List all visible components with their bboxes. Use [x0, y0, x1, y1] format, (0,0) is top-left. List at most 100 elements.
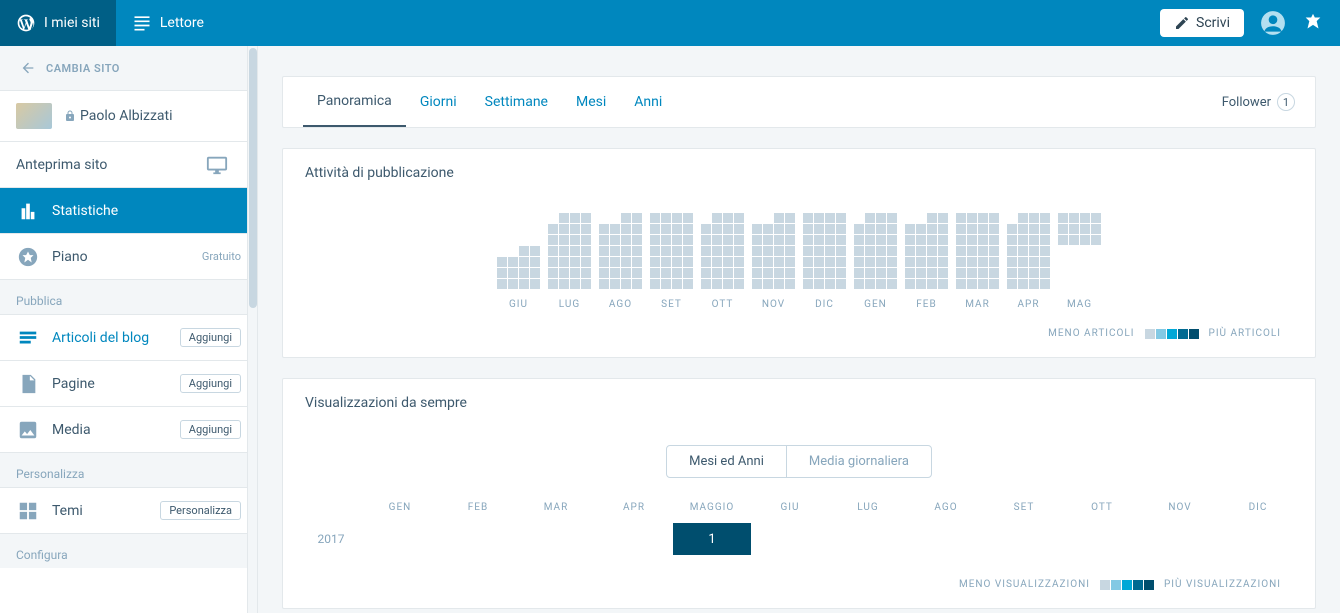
activity-cell[interactable]: [1040, 246, 1050, 256]
activity-cell[interactable]: [752, 224, 762, 234]
change-site-link[interactable]: CAMBIA SITO: [0, 46, 257, 91]
activity-cell[interactable]: [865, 235, 875, 245]
activity-cell[interactable]: [989, 213, 999, 223]
activity-cell[interactable]: [785, 224, 795, 234]
activity-cell[interactable]: [1058, 257, 1068, 267]
activity-cell[interactable]: [1091, 246, 1101, 256]
activity-cell[interactable]: [723, 279, 733, 289]
activity-cell[interactable]: [621, 279, 631, 289]
activity-cell[interactable]: [916, 246, 926, 256]
activity-cell[interactable]: [632, 257, 642, 267]
activity-cell[interactable]: [661, 213, 671, 223]
activity-cell[interactable]: [763, 246, 773, 256]
activity-cell[interactable]: [854, 279, 864, 289]
activity-cell[interactable]: [774, 224, 784, 234]
activity-cell[interactable]: [763, 268, 773, 278]
activity-cell[interactable]: [989, 246, 999, 256]
activity-cell[interactable]: [1029, 257, 1039, 267]
notification-icon[interactable]: [1302, 12, 1324, 34]
activity-cell[interactable]: [876, 246, 886, 256]
activity-cell[interactable]: [774, 279, 784, 289]
activity-cell[interactable]: [570, 224, 580, 234]
activity-cell[interactable]: [814, 268, 824, 278]
activity-cell[interactable]: [938, 246, 948, 256]
activity-cell[interactable]: [701, 257, 711, 267]
activity-cell[interactable]: [814, 246, 824, 256]
activity-cell[interactable]: [763, 235, 773, 245]
activity-cell[interactable]: [876, 257, 886, 267]
activity-cell[interactable]: [905, 235, 915, 245]
sidebar-item-themes[interactable]: Temi Personalizza: [0, 488, 257, 534]
activity-cell[interactable]: [1018, 213, 1028, 223]
activity-cell[interactable]: [752, 268, 762, 278]
activity-cell[interactable]: [1058, 224, 1068, 234]
activity-cell[interactable]: [672, 213, 682, 223]
activity-cell[interactable]: [712, 279, 722, 289]
activity-cell[interactable]: [610, 257, 620, 267]
activity-cell[interactable]: [967, 235, 977, 245]
activity-cell[interactable]: [927, 224, 937, 234]
activity-cell[interactable]: [967, 213, 977, 223]
activity-cell[interactable]: [1018, 268, 1028, 278]
activity-cell[interactable]: [734, 279, 744, 289]
activity-cell[interactable]: [887, 257, 897, 267]
activity-cell[interactable]: [927, 268, 937, 278]
activity-cell[interactable]: [927, 213, 937, 223]
activity-cell[interactable]: [1091, 213, 1101, 223]
sidebar-scrollbar-thumb[interactable]: [249, 48, 257, 308]
activity-cell[interactable]: [1091, 268, 1101, 278]
activity-cell[interactable]: [672, 235, 682, 245]
activity-cell[interactable]: [825, 279, 835, 289]
activity-cell[interactable]: [803, 213, 813, 223]
activity-cell[interactable]: [1018, 246, 1028, 256]
activity-cell[interactable]: [825, 268, 835, 278]
activity-cell[interactable]: [610, 235, 620, 245]
activity-cell[interactable]: [570, 279, 580, 289]
sidebar-item-pages[interactable]: Pagine Aggiungi: [0, 361, 257, 407]
activity-cell[interactable]: [774, 257, 784, 267]
activity-cell[interactable]: [519, 213, 529, 223]
activity-cell[interactable]: [1040, 235, 1050, 245]
activity-cell[interactable]: [508, 268, 518, 278]
activity-cell[interactable]: [1018, 224, 1028, 234]
activity-cell[interactable]: [661, 279, 671, 289]
activity-cell[interactable]: [581, 224, 591, 234]
add-page-button[interactable]: Aggiungi: [180, 374, 241, 393]
sidebar-scrollbar-track[interactable]: [247, 46, 257, 613]
activity-cell[interactable]: [1007, 224, 1017, 234]
activity-cell[interactable]: [701, 224, 711, 234]
activity-cell[interactable]: [661, 257, 671, 267]
sidebar-item-posts[interactable]: Articoli del blog Aggiungi: [0, 315, 257, 361]
activity-cell[interactable]: [814, 213, 824, 223]
activity-cell[interactable]: [683, 279, 693, 289]
activity-cell[interactable]: [548, 224, 558, 234]
activity-cell[interactable]: [956, 257, 966, 267]
activity-cell[interactable]: [752, 246, 762, 256]
activity-cell[interactable]: [530, 257, 540, 267]
activity-cell[interactable]: [1007, 257, 1017, 267]
activity-cell[interactable]: [712, 213, 722, 223]
activity-cell[interactable]: [803, 257, 813, 267]
activity-cell[interactable]: [854, 257, 864, 267]
activity-cell[interactable]: [559, 268, 569, 278]
activity-cell[interactable]: [497, 224, 507, 234]
views-cell[interactable]: [985, 523, 1063, 555]
activity-cell[interactable]: [989, 224, 999, 234]
activity-cell[interactable]: [650, 213, 660, 223]
activity-cell[interactable]: [989, 279, 999, 289]
activity-cell[interactable]: [887, 279, 897, 289]
activity-cell[interactable]: [825, 257, 835, 267]
activity-cell[interactable]: [814, 224, 824, 234]
activity-cell[interactable]: [814, 257, 824, 267]
activity-cell[interactable]: [1018, 235, 1028, 245]
nav-my-sites[interactable]: I miei siti: [0, 0, 116, 46]
activity-cell[interactable]: [854, 213, 864, 223]
activity-cell[interactable]: [1040, 224, 1050, 234]
activity-cell[interactable]: [723, 257, 733, 267]
activity-cell[interactable]: [734, 235, 744, 245]
sidebar-item-preview[interactable]: Anteprima sito: [0, 142, 257, 188]
activity-cell[interactable]: [836, 257, 846, 267]
activity-cell[interactable]: [785, 257, 795, 267]
activity-cell[interactable]: [723, 235, 733, 245]
activity-cell[interactable]: [825, 235, 835, 245]
